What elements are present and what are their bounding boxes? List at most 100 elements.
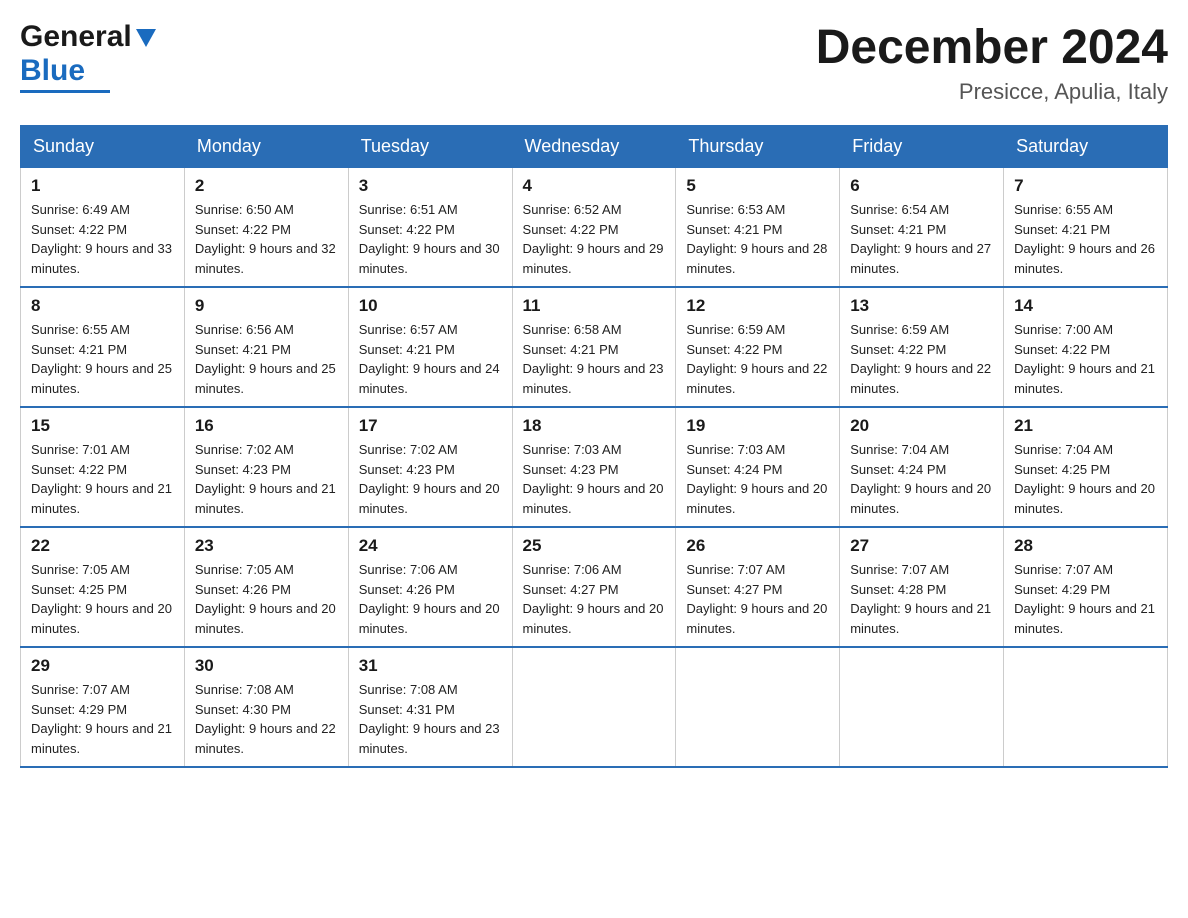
table-row: 16 Sunrise: 7:02 AMSunset: 4:23 PMDayligh… xyxy=(184,407,348,527)
day-info: Sunrise: 7:00 AMSunset: 4:22 PMDaylight:… xyxy=(1014,320,1157,398)
day-number: 12 xyxy=(686,296,829,316)
day-info: Sunrise: 7:01 AMSunset: 4:22 PMDaylight:… xyxy=(31,440,174,518)
table-row: 28 Sunrise: 7:07 AMSunset: 4:29 PMDayligh… xyxy=(1004,527,1168,647)
day-info: Sunrise: 7:02 AMSunset: 4:23 PMDaylight:… xyxy=(195,440,338,518)
day-info: Sunrise: 7:07 AMSunset: 4:27 PMDaylight:… xyxy=(686,560,829,638)
calendar-header-row: Sunday Monday Tuesday Wednesday Thursday… xyxy=(21,126,1168,168)
table-row: 14Sunrise: 7:00 AMSunset: 4:22 PMDayligh… xyxy=(1004,287,1168,407)
day-number: 5 xyxy=(686,176,829,196)
day-info: Sunrise: 6:55 AMSunset: 4:21 PMDaylight:… xyxy=(1014,200,1157,278)
day-info: Sunrise: 7:08 AMSunset: 4:30 PMDaylight:… xyxy=(195,680,338,758)
day-info: Sunrise: 7:07 AMSunset: 4:29 PMDaylight:… xyxy=(1014,560,1157,638)
day-info: Sunrise: 6:50 AMSunset: 4:22 PMDaylight:… xyxy=(195,200,338,278)
col-sunday: Sunday xyxy=(21,126,185,168)
logo-underline xyxy=(20,90,110,93)
day-info: Sunrise: 7:04 AMSunset: 4:24 PMDaylight:… xyxy=(850,440,993,518)
day-number: 13 xyxy=(850,296,993,316)
day-info: Sunrise: 7:04 AMSunset: 4:25 PMDaylight:… xyxy=(1014,440,1157,518)
day-info: Sunrise: 7:06 AMSunset: 4:27 PMDaylight:… xyxy=(523,560,666,638)
day-number: 4 xyxy=(523,176,666,196)
table-row: 27Sunrise: 7:07 AMSunset: 4:28 PMDayligh… xyxy=(840,527,1004,647)
table-row: 3Sunrise: 6:51 AMSunset: 4:22 PMDaylight… xyxy=(348,168,512,288)
day-info: Sunrise: 7:02 AMSunset: 4:23 PMDaylight:… xyxy=(359,440,502,518)
table-row: 11 Sunrise: 6:58 AMSunset: 4:21 PMDayligh… xyxy=(512,287,676,407)
title-block: December 2024 Presicce, Apulia, Italy xyxy=(816,20,1168,105)
day-info: Sunrise: 6:58 AMSunset: 4:21 PMDaylight:… xyxy=(523,320,666,398)
day-number: 29 xyxy=(31,656,174,676)
table-row: 15 Sunrise: 7:01 AMSunset: 4:22 PMDayligh… xyxy=(21,407,185,527)
day-number: 18 xyxy=(523,416,666,436)
day-info: Sunrise: 7:03 AMSunset: 4:24 PMDaylight:… xyxy=(686,440,829,518)
table-row: 23 Sunrise: 7:05 AMSunset: 4:26 PMDayligh… xyxy=(184,527,348,647)
day-number: 3 xyxy=(359,176,502,196)
table-row: 17 Sunrise: 7:02 AMSunset: 4:23 PMDayligh… xyxy=(348,407,512,527)
table-row: 12 Sunrise: 6:59 AMSunset: 4:22 PMDayligh… xyxy=(676,287,840,407)
table-row: 1Sunrise: 6:49 AMSunset: 4:22 PMDaylight… xyxy=(21,168,185,288)
col-friday: Friday xyxy=(840,126,1004,168)
day-number: 23 xyxy=(195,536,338,556)
calendar-week-row: 8 Sunrise: 6:55 AMSunset: 4:21 PMDaylight… xyxy=(21,287,1168,407)
day-number: 22 xyxy=(31,536,174,556)
logo-general-text: General xyxy=(20,20,132,54)
logo: General Blue xyxy=(20,20,156,93)
table-row: 31 Sunrise: 7:08 AMSunset: 4:31 PMDayligh… xyxy=(348,647,512,767)
day-number: 25 xyxy=(523,536,666,556)
calendar-week-row: 15 Sunrise: 7:01 AMSunset: 4:22 PMDayligh… xyxy=(21,407,1168,527)
day-info: Sunrise: 7:03 AMSunset: 4:23 PMDaylight:… xyxy=(523,440,666,518)
day-info: Sunrise: 6:57 AMSunset: 4:21 PMDaylight:… xyxy=(359,320,502,398)
day-info: Sunrise: 7:08 AMSunset: 4:31 PMDaylight:… xyxy=(359,680,502,758)
table-row: 21 Sunrise: 7:04 AMSunset: 4:25 PMDayligh… xyxy=(1004,407,1168,527)
table-row xyxy=(840,647,1004,767)
day-number: 16 xyxy=(195,416,338,436)
table-row xyxy=(676,647,840,767)
day-number: 17 xyxy=(359,416,502,436)
day-number: 20 xyxy=(850,416,993,436)
table-row: 13 Sunrise: 6:59 AMSunset: 4:22 PMDayligh… xyxy=(840,287,1004,407)
table-row: 24 Sunrise: 7:06 AMSunset: 4:26 PMDayligh… xyxy=(348,527,512,647)
day-number: 28 xyxy=(1014,536,1157,556)
col-monday: Monday xyxy=(184,126,348,168)
table-row: 5 Sunrise: 6:53 AMSunset: 4:21 PMDaylight… xyxy=(676,168,840,288)
day-info: Sunrise: 7:05 AMSunset: 4:26 PMDaylight:… xyxy=(195,560,338,638)
table-row: 22 Sunrise: 7:05 AMSunset: 4:25 PMDayligh… xyxy=(21,527,185,647)
calendar-week-row: 29 Sunrise: 7:07 AMSunset: 4:29 PMDayligh… xyxy=(21,647,1168,767)
day-info: Sunrise: 6:54 AMSunset: 4:21 PMDaylight:… xyxy=(850,200,993,278)
day-info: Sunrise: 7:06 AMSunset: 4:26 PMDaylight:… xyxy=(359,560,502,638)
col-saturday: Saturday xyxy=(1004,126,1168,168)
page-header: General Blue December 2024 Presicce, Apu… xyxy=(20,20,1168,105)
day-number: 11 xyxy=(523,296,666,316)
day-info: Sunrise: 7:05 AMSunset: 4:25 PMDaylight:… xyxy=(31,560,174,638)
day-info: Sunrise: 6:52 AMSunset: 4:22 PMDaylight:… xyxy=(523,200,666,278)
table-row xyxy=(1004,647,1168,767)
table-row: 29 Sunrise: 7:07 AMSunset: 4:29 PMDayligh… xyxy=(21,647,185,767)
day-info: Sunrise: 6:56 AMSunset: 4:21 PMDaylight:… xyxy=(195,320,338,398)
calendar-table: Sunday Monday Tuesday Wednesday Thursday… xyxy=(20,125,1168,768)
table-row: 25 Sunrise: 7:06 AMSunset: 4:27 PMDayligh… xyxy=(512,527,676,647)
table-row: 2 Sunrise: 6:50 AMSunset: 4:22 PMDaylight… xyxy=(184,168,348,288)
table-row: 6 Sunrise: 6:54 AMSunset: 4:21 PMDaylight… xyxy=(840,168,1004,288)
day-number: 7 xyxy=(1014,176,1157,196)
col-wednesday: Wednesday xyxy=(512,126,676,168)
day-number: 8 xyxy=(31,296,174,316)
day-info: Sunrise: 6:55 AMSunset: 4:21 PMDaylight:… xyxy=(31,320,174,398)
day-number: 26 xyxy=(686,536,829,556)
day-number: 15 xyxy=(31,416,174,436)
table-row: 4 Sunrise: 6:52 AMSunset: 4:22 PMDaylight… xyxy=(512,168,676,288)
table-row xyxy=(512,647,676,767)
day-number: 6 xyxy=(850,176,993,196)
calendar-week-row: 1Sunrise: 6:49 AMSunset: 4:22 PMDaylight… xyxy=(21,168,1168,288)
day-info: Sunrise: 6:53 AMSunset: 4:21 PMDaylight:… xyxy=(686,200,829,278)
day-info: Sunrise: 6:59 AMSunset: 4:22 PMDaylight:… xyxy=(850,320,993,398)
day-number: 24 xyxy=(359,536,502,556)
day-number: 21 xyxy=(1014,416,1157,436)
col-tuesday: Tuesday xyxy=(348,126,512,168)
day-number: 2 xyxy=(195,176,338,196)
table-row: 19Sunrise: 7:03 AMSunset: 4:24 PMDayligh… xyxy=(676,407,840,527)
day-info: Sunrise: 6:59 AMSunset: 4:22 PMDaylight:… xyxy=(686,320,829,398)
table-row: 30Sunrise: 7:08 AMSunset: 4:30 PMDayligh… xyxy=(184,647,348,767)
table-row: 20 Sunrise: 7:04 AMSunset: 4:24 PMDayligh… xyxy=(840,407,1004,527)
day-info: Sunrise: 7:07 AMSunset: 4:29 PMDaylight:… xyxy=(31,680,174,758)
table-row: 7 Sunrise: 6:55 AMSunset: 4:21 PMDaylight… xyxy=(1004,168,1168,288)
day-number: 31 xyxy=(359,656,502,676)
col-thursday: Thursday xyxy=(676,126,840,168)
